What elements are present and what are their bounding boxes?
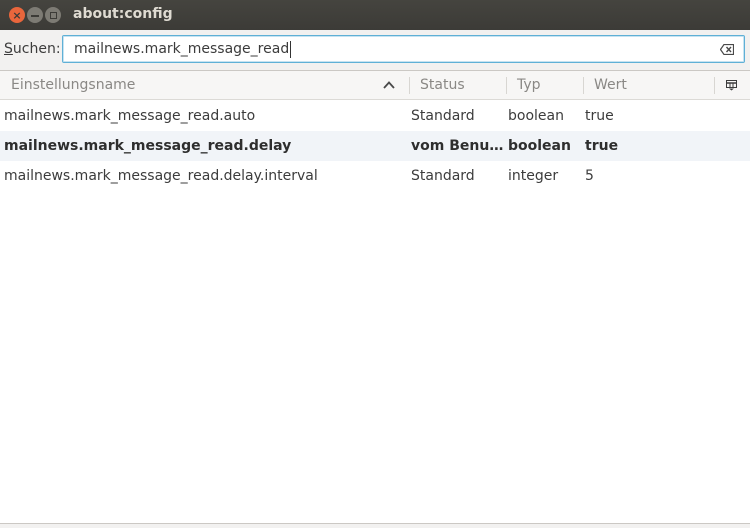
pref-status: vom Benut…: [411, 138, 506, 154]
search-input[interactable]: mailnews.mark_message_read: [62, 35, 745, 63]
search-input-value[interactable]: mailnews.mark_message_read: [74, 41, 292, 58]
window-titlebar: × about:config: [0, 0, 750, 30]
clear-search-icon[interactable]: [720, 44, 734, 55]
table-row[interactable]: mailnews.mark_message_read.auto Standard…: [0, 101, 750, 131]
config-table: Einstellungsname Status Typ Wert mailnew…: [0, 70, 750, 524]
column-header-value[interactable]: Wert: [594, 71, 627, 100]
window-title: about:config: [73, 6, 173, 22]
minimize-icon: [31, 14, 39, 17]
search-label-text: uchen:: [12, 41, 61, 57]
search-label-accesskey: S: [4, 41, 13, 57]
table-header: Einstellungsname Status Typ Wert: [0, 71, 750, 100]
pref-type: boolean: [508, 138, 571, 154]
table-row[interactable]: mailnews.mark_message_read.delay.interva…: [0, 161, 750, 191]
column-separator[interactable]: [506, 77, 507, 94]
search-bar: Suchen: mailnews.mark_message_read: [0, 30, 750, 70]
pref-type: integer: [508, 168, 559, 184]
sort-ascending-icon: [383, 81, 395, 89]
pref-type: boolean: [508, 108, 564, 124]
pref-status: Standard: [411, 168, 475, 184]
column-separator[interactable]: [409, 77, 410, 94]
column-picker-icon[interactable]: [726, 80, 737, 91]
column-separator[interactable]: [714, 77, 715, 94]
pref-name: mailnews.mark_message_read.delay: [4, 138, 292, 154]
column-separator[interactable]: [583, 77, 584, 94]
pref-value: true: [585, 108, 614, 124]
window-close-button[interactable]: ×: [9, 7, 25, 23]
window-maximize-button[interactable]: [45, 7, 61, 23]
pref-value: 5: [585, 168, 594, 184]
close-icon: ×: [12, 8, 22, 22]
pref-status: Standard: [411, 108, 475, 124]
column-header-status[interactable]: Status: [420, 71, 465, 100]
pref-name: mailnews.mark_message_read.delay.interva…: [4, 168, 318, 184]
table-row[interactable]: mailnews.mark_message_read.delay vom Ben…: [0, 131, 750, 161]
search-label: Suchen:: [4, 41, 61, 57]
pref-name: mailnews.mark_message_read.auto: [4, 108, 256, 124]
column-header-type[interactable]: Typ: [517, 71, 541, 100]
maximize-icon: [49, 11, 57, 19]
pref-value: true: [585, 138, 619, 154]
window-minimize-button[interactable]: [27, 7, 43, 23]
column-header-name[interactable]: Einstellungsname: [11, 71, 135, 100]
